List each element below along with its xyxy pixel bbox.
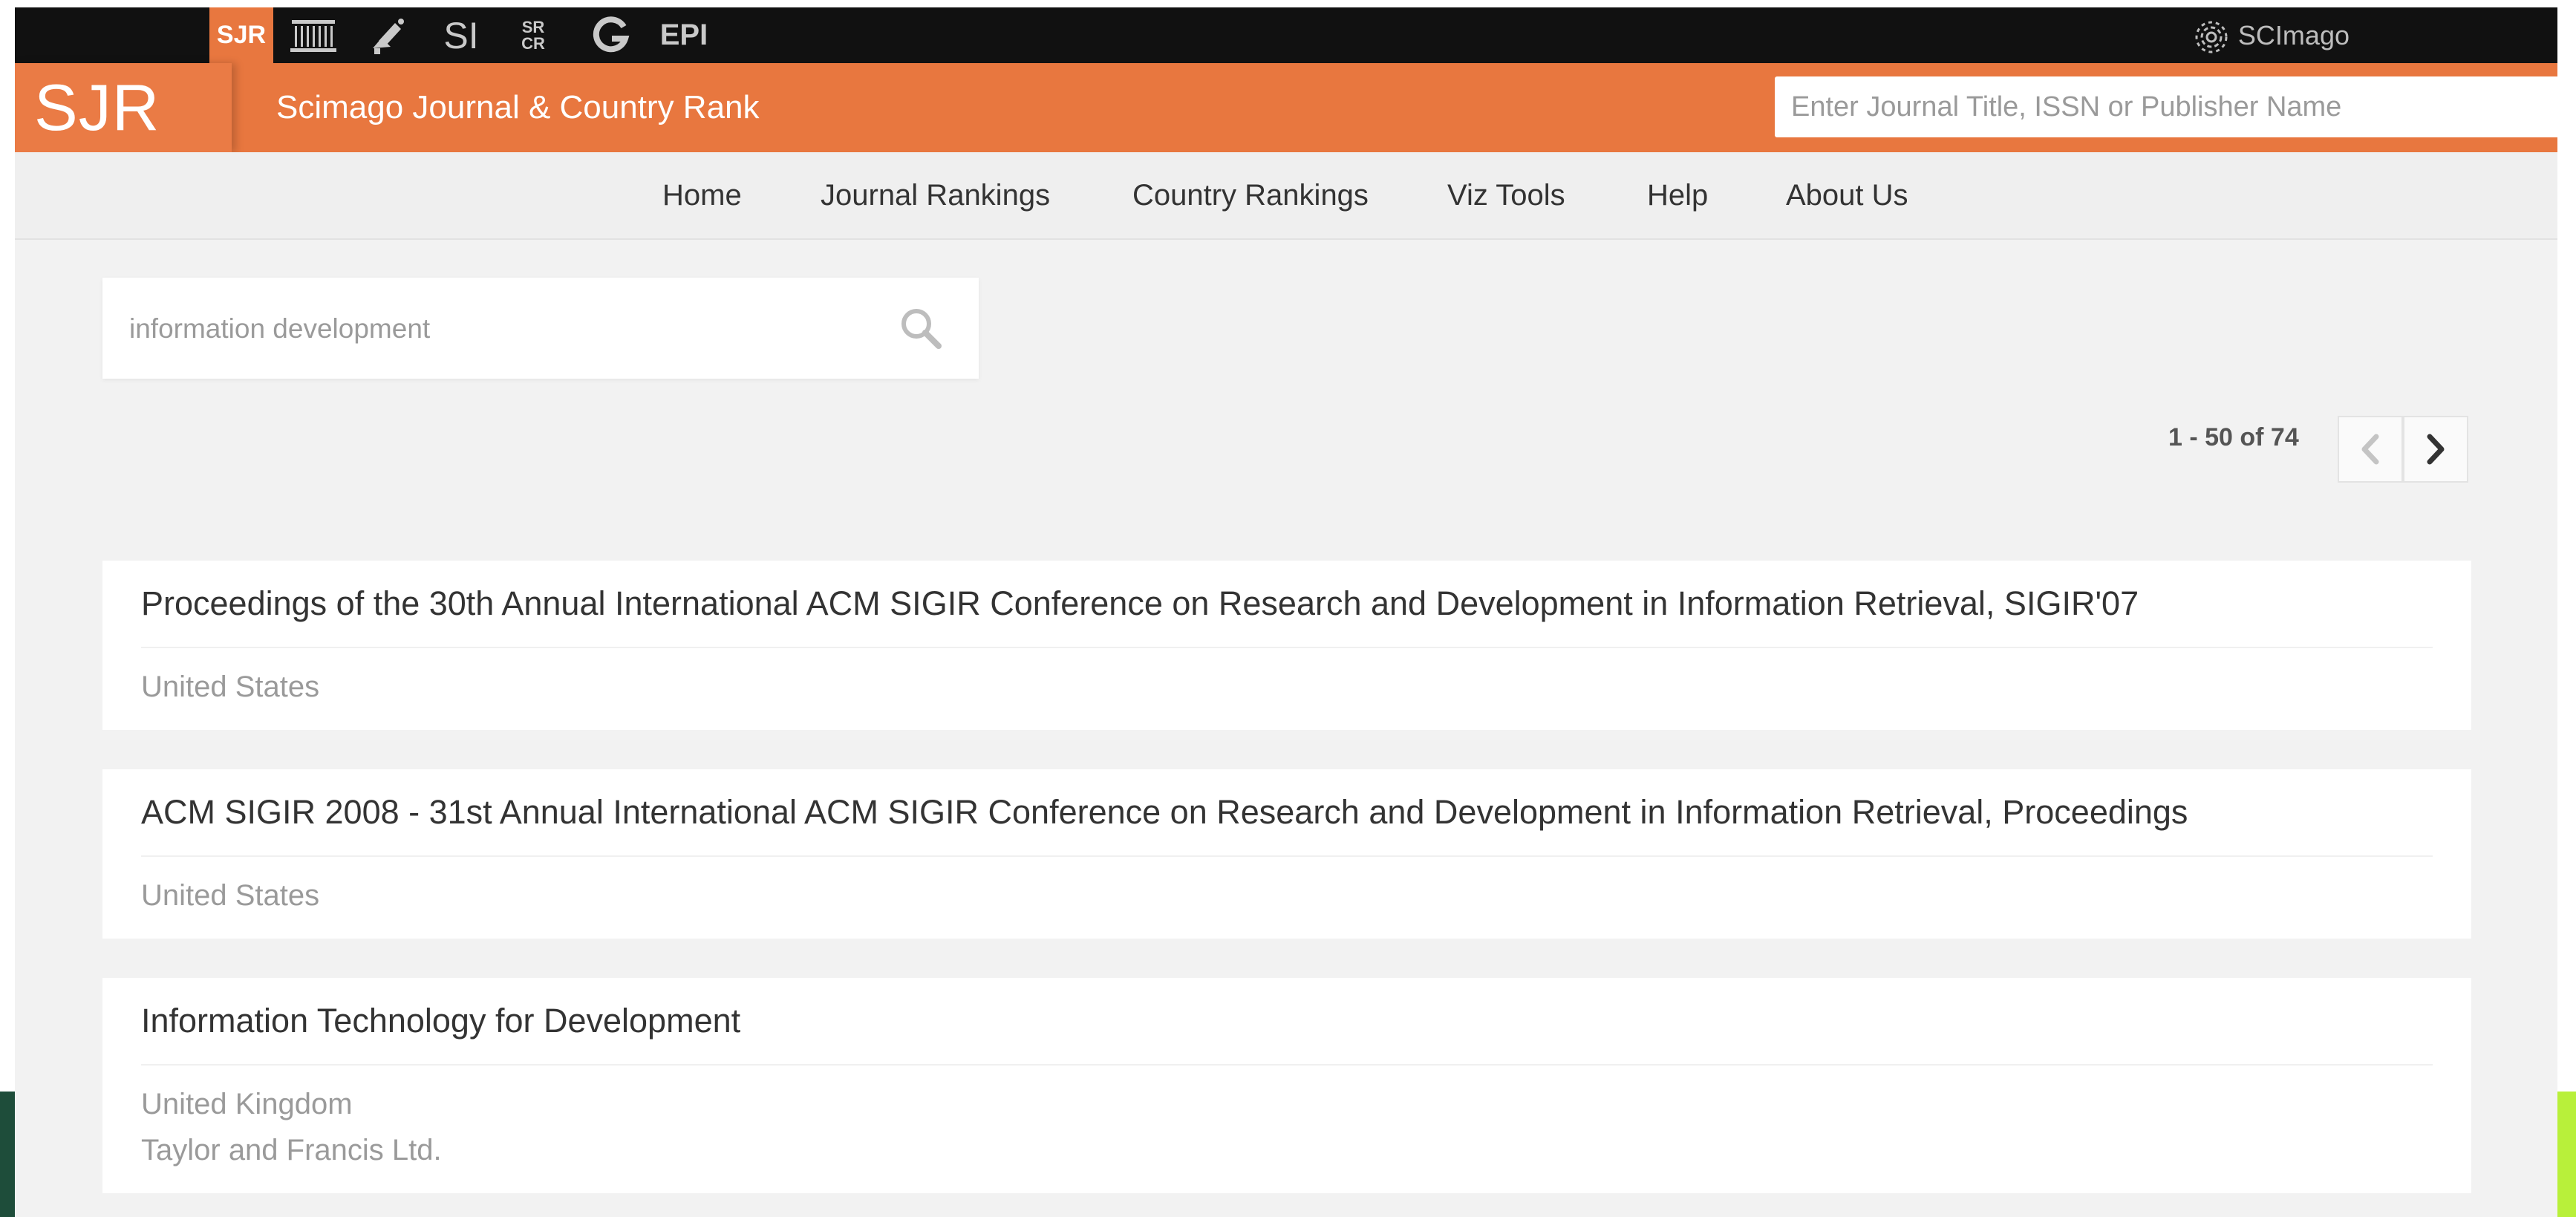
nav-home[interactable]: Home (662, 152, 742, 238)
product-tab-institutions[interactable] (287, 7, 340, 63)
result-divider (141, 647, 2433, 648)
search-input[interactable] (128, 298, 873, 359)
result-card[interactable]: Information Technology for Development U… (102, 978, 2471, 1193)
product-tab-media[interactable] (364, 7, 413, 63)
chevron-right-icon (2427, 434, 2445, 465)
result-divider (141, 855, 2433, 857)
product-tab-epi[interactable]: EPI (652, 7, 716, 63)
product-tab-si[interactable]: SI (435, 7, 487, 63)
main-nav: Home Journal Rankings Country Rankings V… (15, 152, 2557, 240)
frame-right-edge (2557, 0, 2576, 1217)
result-publisher: Taylor and Francis Ltd. (141, 1134, 442, 1167)
prev-page-button[interactable] (2338, 416, 2403, 483)
megaphone-icon (373, 18, 404, 54)
result-card[interactable]: ACM SIGIR 2008 - 31st Annual Internation… (102, 769, 2471, 939)
product-bar: SJR SI SR CR EPI SCImago (15, 7, 2557, 63)
result-country: United States (141, 671, 320, 703)
search-icon[interactable] (897, 304, 945, 352)
site-header: SJR Scimago Journal & Country Rank (15, 63, 2557, 152)
scimago-brand[interactable]: SCImago (2192, 7, 2350, 63)
nav-about-us[interactable]: About Us (1786, 152, 1908, 238)
g-logo-icon (593, 16, 630, 52)
sjr-logo[interactable]: SJR (15, 63, 232, 152)
product-tab-g[interactable] (587, 7, 634, 63)
result-title[interactable]: Proceedings of the 30th Annual Internati… (141, 561, 2139, 647)
product-tab-sjr[interactable]: SJR (209, 7, 273, 63)
header-search-input[interactable] (1775, 76, 2557, 137)
search-box (102, 278, 979, 379)
scimago-logo-icon (2195, 21, 2228, 53)
chevron-left-icon (2361, 434, 2379, 465)
nav-country-rankings[interactable]: Country Rankings (1132, 152, 1369, 238)
next-page-button[interactable] (2403, 416, 2468, 483)
nav-viz-tools[interactable]: Viz Tools (1447, 152, 1565, 238)
result-country: United States (141, 879, 320, 912)
product-tab-srcr[interactable]: SR CR (512, 7, 554, 63)
frame-left-edge (0, 0, 15, 1217)
institution-icon (290, 19, 336, 52)
scimago-brand-label: SCImago (2237, 19, 2350, 50)
result-title[interactable]: ACM SIGIR 2008 - 31st Annual Internation… (141, 769, 2188, 855)
product-tab-si-label: SI (443, 14, 479, 56)
frame-left-accent (0, 1092, 15, 1217)
result-title[interactable]: Information Technology for Development (141, 978, 740, 1064)
result-card[interactable]: Proceedings of the 30th Annual Internati… (102, 561, 2471, 730)
product-tab-epi-label: EPI (659, 19, 708, 51)
nav-help[interactable]: Help (1647, 152, 1708, 238)
page: SJR SI SR CR EPI SCImago SJR Scimago Jou… (15, 7, 2557, 1217)
frame-right-accent (2557, 1092, 2576, 1217)
result-country: United Kingdom (141, 1088, 353, 1120)
site-title[interactable]: Scimago Journal & Country Rank (276, 63, 760, 152)
nav-journal-rankings[interactable]: Journal Rankings (821, 152, 1050, 238)
product-tab-srcr-label: SR CR (521, 17, 545, 53)
pagination-range: 1 - 50 of 74 (2168, 423, 2299, 451)
result-divider (141, 1064, 2433, 1066)
